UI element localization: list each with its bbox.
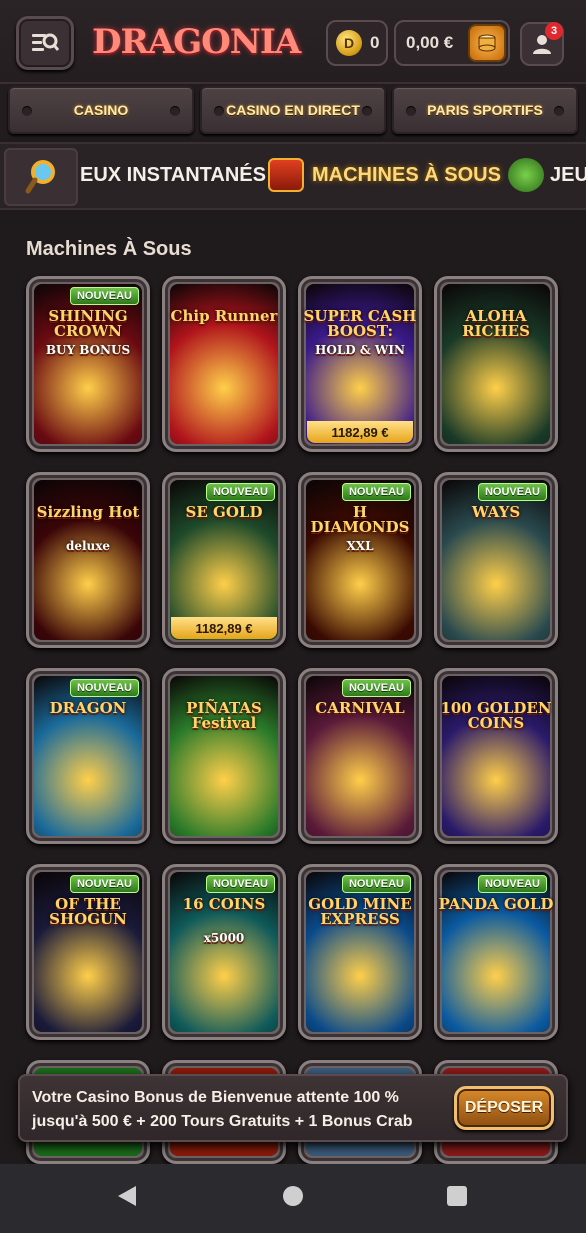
deposit-button[interactable]: DÉPOSER bbox=[454, 1086, 554, 1130]
game-card[interactable]: WAYS NOUVEAU bbox=[434, 472, 558, 648]
category-label: CASINO bbox=[73, 102, 129, 118]
new-badge: NOUVEAU bbox=[341, 483, 411, 501]
new-badge: NOUVEAU bbox=[477, 483, 547, 501]
game-subtabs: EUX INSTANTANÉS MACHINES À SOUS JEU bbox=[0, 142, 586, 210]
game-title: GOLD MINE EXPRESS bbox=[308, 895, 412, 928]
dragonia-logo[interactable]: DRAGONIA bbox=[92, 22, 301, 62]
system-nav-bar bbox=[0, 1164, 586, 1233]
game-title: Chip Runner bbox=[170, 307, 278, 325]
rivet-icon bbox=[362, 106, 372, 116]
game-card[interactable]: OF THE SHOGUN NOUVEAU bbox=[26, 864, 150, 1040]
coin-icon: D bbox=[336, 30, 362, 56]
game-title: H DIAMONDS bbox=[310, 503, 410, 536]
notification-badge: 3 bbox=[545, 22, 563, 40]
search-tab[interactable] bbox=[4, 148, 78, 206]
game-card[interactable]: 100 GOLDEN COINS bbox=[434, 668, 558, 844]
game-title: SHINING CROWN bbox=[48, 307, 128, 340]
category-row: CASINO CASINO EN DIRECT PARIS SPORTIFS bbox=[0, 84, 586, 138]
section-title: Machines À Sous bbox=[26, 238, 192, 260]
jackpot-amount: 1182,89 € bbox=[171, 617, 277, 639]
game-card[interactable]: PANDA GOLD NOUVEAU bbox=[434, 864, 558, 1040]
game-card[interactable]: SUPER CASH BOOST: HOLD & WIN 1182,89 € bbox=[298, 276, 422, 452]
new-badge: NOUVEAU bbox=[69, 679, 139, 697]
welcome-bonus-text: Votre Casino Bonus de Bienvenue attente … bbox=[32, 1089, 413, 1130]
balance-box[interactable]: 0,00 € bbox=[394, 20, 510, 66]
coins-counter[interactable]: D 0 bbox=[326, 20, 388, 66]
game-card[interactable]: SHINING CROWN BUY BONUS NOUVEAU bbox=[26, 276, 150, 452]
game-card[interactable]: H DIAMONDS XXL NOUVEAU bbox=[298, 472, 422, 648]
jackpot-amount: 1182,89 € bbox=[307, 421, 413, 443]
recent-apps-icon[interactable] bbox=[447, 1186, 467, 1206]
new-badge: NOUVEAU bbox=[341, 875, 411, 893]
top-header: DRAGONIA D 0 0,00 € 3 bbox=[0, 0, 586, 84]
game-subtitle: BUY BONUS bbox=[45, 343, 131, 357]
game-title: 100 GOLDEN COINS bbox=[440, 699, 552, 732]
tab-games[interactable]: JEU bbox=[550, 164, 586, 187]
game-card[interactable]: Sizzling Hot deluxe bbox=[26, 472, 150, 648]
game-title: ALOHA RICHES bbox=[462, 307, 530, 340]
game-title: WAYS bbox=[471, 503, 521, 521]
game-title: PIÑATAS Festival bbox=[186, 699, 262, 732]
new-badge: NOUVEAU bbox=[205, 483, 275, 501]
wallet-icon[interactable] bbox=[468, 24, 506, 62]
game-title: SUPER CASH BOOST: bbox=[303, 307, 417, 340]
game-card[interactable]: SE GOLD NOUVEAU 1182,89 € bbox=[162, 472, 286, 648]
slot-machine-icon bbox=[268, 158, 304, 192]
coins-count: 0 bbox=[370, 33, 380, 52]
game-subtitle: XXL bbox=[346, 539, 374, 553]
game-title: DRAGON bbox=[49, 699, 127, 717]
game-card[interactable]: ALOHA RICHES bbox=[434, 276, 558, 452]
game-card[interactable]: 16 COINS x5000 NOUVEAU bbox=[162, 864, 286, 1040]
game-title: 16 COINS bbox=[182, 895, 266, 913]
game-subtitle: HOLD & WIN bbox=[315, 343, 405, 357]
game-card[interactable]: Chip Runner bbox=[162, 276, 286, 452]
game-card[interactable]: PIÑATAS Festival bbox=[162, 668, 286, 844]
back-icon[interactable] bbox=[118, 1186, 136, 1206]
game-subtitle: x5000 bbox=[203, 931, 245, 945]
game-title: OF THE SHOGUN bbox=[49, 895, 127, 928]
game-title: SE GOLD bbox=[185, 503, 263, 521]
rivet-icon bbox=[170, 106, 180, 116]
new-badge: NOUVEAU bbox=[205, 875, 275, 893]
menu-search-icon bbox=[32, 33, 60, 51]
menu-button[interactable] bbox=[16, 16, 74, 70]
category-label: PARIS SPORTIFS bbox=[427, 102, 543, 118]
tab-slots[interactable]: MACHINES À SOUS bbox=[312, 164, 501, 187]
category-sports[interactable]: PARIS SPORTIFS bbox=[392, 86, 578, 134]
new-badge: NOUVEAU bbox=[477, 875, 547, 893]
new-badge: NOUVEAU bbox=[69, 875, 139, 893]
new-badge: NOUVEAU bbox=[341, 679, 411, 697]
category-casino-live[interactable]: CASINO EN DIRECT bbox=[200, 86, 386, 134]
game-card[interactable]: DRAGON NOUVEAU bbox=[26, 668, 150, 844]
category-label: CASINO EN DIRECT bbox=[226, 102, 360, 118]
game-card[interactable]: CARNIVAL NOUVEAU bbox=[298, 668, 422, 844]
welcome-bonus-banner: Votre Casino Bonus de Bienvenue attente … bbox=[18, 1074, 568, 1142]
game-title: CARNIVAL bbox=[315, 699, 405, 717]
home-icon[interactable] bbox=[283, 1186, 303, 1206]
tab-instant-games[interactable]: EUX INSTANTANÉS bbox=[80, 164, 266, 187]
rivet-icon bbox=[214, 106, 224, 116]
new-badge: NOUVEAU bbox=[69, 287, 139, 305]
game-subtitle: deluxe bbox=[65, 539, 111, 553]
category-casino[interactable]: CASINO bbox=[8, 86, 194, 134]
rivet-icon bbox=[554, 106, 564, 116]
magnifier-icon bbox=[25, 160, 55, 194]
games-icon bbox=[508, 158, 544, 192]
game-title: Sizzling Hot bbox=[36, 503, 140, 521]
balance-value: 0,00 € bbox=[406, 33, 454, 52]
rivet-icon bbox=[406, 106, 416, 116]
game-card[interactable]: GOLD MINE EXPRESS NOUVEAU bbox=[298, 864, 422, 1040]
rivet-icon bbox=[22, 106, 32, 116]
game-title: PANDA GOLD bbox=[438, 895, 554, 913]
